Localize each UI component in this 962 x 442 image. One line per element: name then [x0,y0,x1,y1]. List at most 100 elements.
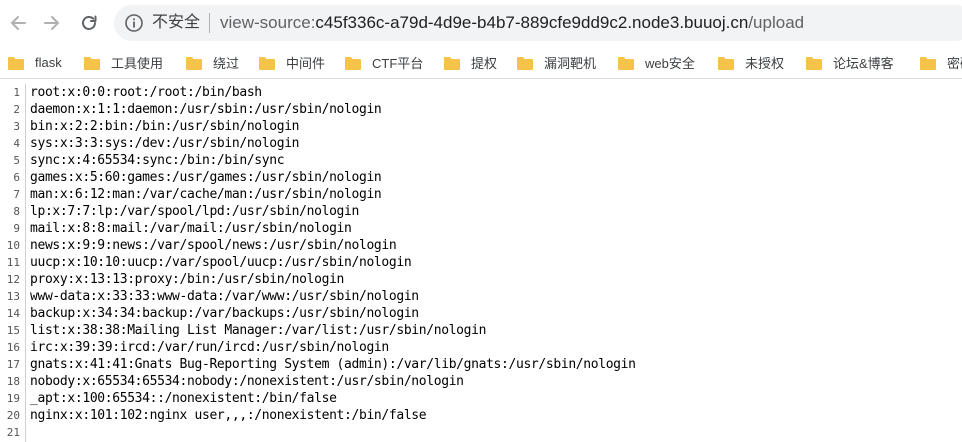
line-number: 6 [13,171,20,184]
bookmark-label: 未授权 [745,55,785,71]
bookmark-folder[interactable]: CTF平台 [345,51,423,73]
line-number: 16 [6,341,20,354]
bookmark-folder[interactable]: 未授权 [718,51,784,73]
bookmark-label: 中间件 [286,55,326,71]
folder-icon [345,56,361,70]
source-line: 2 daemon:x:1:1:daemon:/usr/sbin:/usr/sbin… [0,101,962,118]
line-content: uucp:x:10:10:uucp:/var/spool/uucp:/usr/s… [30,255,412,270]
folder-icon [84,56,100,70]
url-scheme: view-source: [220,13,316,32]
bookmark-label: 漏洞靶机 [544,55,597,71]
bookmark-label: 工具使用 [111,55,164,71]
line-number: 10 [6,239,20,252]
line-number: 14 [6,307,20,320]
line-number: 1 [13,86,20,99]
bookmark-label: 绕过 [213,55,240,71]
line-content: nobody:x:65534:65534:nobody:/nonexistent… [30,374,464,389]
source-line: 16 irc:x:39:39:ircd:/var/run/ircd:/usr/sb… [0,339,962,356]
folder-icon [517,56,533,70]
line-content: backup:x:34:34:backup:/var/backups:/usr/… [30,306,419,321]
source-line: 8 lp:x:7:7:lp:/var/spool/lpd:/usr/sbin/no… [0,203,962,220]
bookmark-folder[interactable]: 中间件 [259,51,325,73]
line-content: proxy:x:13:13:proxy:/bin:/usr/sbin/nolog… [30,272,345,287]
source-line: 5 sync:x:4:65534:sync:/bin:/bin/sync [0,152,962,169]
folder-icon [718,56,734,70]
line-content: news:x:9:9:news:/var/spool/news:/usr/sbi… [30,238,397,253]
source-line: 9 mail:x:8:8:mail:/var/mail:/usr/sbin/nol… [0,220,962,237]
source-line: 21 [0,424,962,441]
line-number: 18 [6,375,20,388]
line-content: gnats:x:41:41:Gnats Bug-Reporting System… [30,357,636,372]
bookmarks-bar: flask 工具使用 绕过 中间件 CTF平台 提权 漏洞靶机 web安全 未授… [0,46,962,79]
line-content: mail:x:8:8:mail:/var/mail:/usr/sbin/nolo… [30,221,352,236]
source-line: 13 www-data:x:33:33:www-data:/var/www:/us… [0,288,962,305]
line-number: 12 [6,273,20,286]
browser-toolbar: 不安全 view-source:c45f336c-a79d-4d9e-b4b7-… [0,0,962,46]
source-line: 1 root:x:0:0:root:/root:/bin/bash [0,84,962,101]
bookmark-label: CTF平台 [372,55,424,71]
bookmark-label: 密码 [947,55,962,71]
line-number: 13 [6,290,20,303]
bookmark-folder[interactable]: flask [8,51,62,73]
line-content: games:x:5:60:games:/usr/games:/usr/sbin/… [30,170,382,185]
line-content: bin:x:2:2:bin:/bin:/usr/sbin/nologin [30,119,300,134]
line-number: 9 [13,222,20,235]
source-line: 11 uucp:x:10:10:uucp:/var/spool/uucp:/usr… [0,254,962,271]
line-content: list:x:38:38:Mailing List Manager:/var/l… [30,323,487,338]
url-host: c45f336c-a79d-4d9e-b4b7-889cfe9dd9c2.nod… [315,13,749,32]
bookmark-folder[interactable]: 漏洞靶机 [517,51,596,73]
source-line: 18 nobody:x:65534:65534:nobody:/nonexiste… [0,373,962,390]
reload-icon[interactable] [77,11,101,35]
bookmark-folder[interactable]: web安全 [618,51,695,73]
bookmark-folder[interactable]: 提权 [444,51,497,73]
security-status[interactable]: 不安全 [152,13,200,33]
line-content: nginx:x:101:102:nginx user,,,:/nonexiste… [30,408,427,423]
url-text[interactable]: view-source:c45f336c-a79d-4d9e-b4b7-889c… [220,13,804,33]
line-content: sync:x:4:65534:sync:/bin:/bin/sync [30,153,285,168]
line-content: sys:x:3:3:sys:/dev:/usr/sbin/nologin [30,136,300,151]
source-line: 20 nginx:x:101:102:nginx user,,,:/nonexis… [0,407,962,424]
folder-icon [259,56,275,70]
folder-icon [920,56,936,70]
forward-arrow-icon[interactable] [40,11,64,35]
source-line: 3 bin:x:2:2:bin:/bin:/usr/sbin/nologin [0,118,962,135]
line-content: man:x:6:12:man:/var/cache/man:/usr/sbin/… [30,187,382,202]
source-line: 19 _apt:x:100:65534::/nonexistent:/bin/fa… [0,390,962,407]
folder-icon [186,56,202,70]
bookmark-folder[interactable]: 工具使用 [84,51,163,73]
source-line: 12 proxy:x:13:13:proxy:/bin:/usr/sbin/nol… [0,271,962,288]
line-content: irc:x:39:39:ircd:/var/run/ircd:/usr/sbin… [30,340,389,355]
folder-icon [618,56,634,70]
folder-icon [444,56,460,70]
line-number: 8 [13,205,20,218]
bookmark-label: 论坛&博客 [833,55,894,71]
line-content: lp:x:7:7:lp:/var/spool/lpd:/usr/sbin/nol… [30,204,359,219]
bookmark-folder[interactable]: 论坛&博客 [806,51,894,73]
omnibox-divider [209,13,210,33]
bookmark-folder[interactable]: 绕过 [186,51,239,73]
source-line: 17 gnats:x:41:41:Gnats Bug-Reporting Syst… [0,356,962,373]
source-line: 14 backup:x:34:34:backup:/var/backups:/us… [0,305,962,322]
source-line: 7 man:x:6:12:man:/var/cache/man:/usr/sbin… [0,186,962,203]
bookmark-folder[interactable]: 密码 [920,51,962,73]
folder-icon [806,56,822,70]
line-content: root:x:0:0:root:/root:/bin/bash [30,85,262,100]
line-number: 2 [13,103,20,116]
line-number: 7 [13,188,20,201]
source-view: 1 root:x:0:0:root:/root:/bin/bash 2 daemon… [0,84,962,441]
line-content: _apt:x:100:65534::/nonexistent:/bin/fals… [30,391,337,406]
line-number: 5 [13,154,20,167]
line-number: 4 [13,137,20,150]
source-line: 10 news:x:9:9:news:/var/spool/news:/usr/s… [0,237,962,254]
address-bar[interactable]: 不安全 view-source:c45f336c-a79d-4d9e-b4b7-… [114,5,962,41]
info-icon[interactable] [124,13,144,33]
line-number: 17 [6,358,20,371]
back-arrow-icon[interactable] [6,11,30,35]
line-number: 21 [6,426,20,439]
line-content: daemon:x:1:1:daemon:/usr/sbin:/usr/sbin/… [30,102,382,117]
bookmark-label: 提权 [471,55,498,71]
line-number: 15 [6,324,20,337]
source-line: 4 sys:x:3:3:sys:/dev:/usr/sbin/nologin [0,135,962,152]
bookmark-label: flask [35,54,62,70]
bookmark-label: web安全 [645,55,695,71]
